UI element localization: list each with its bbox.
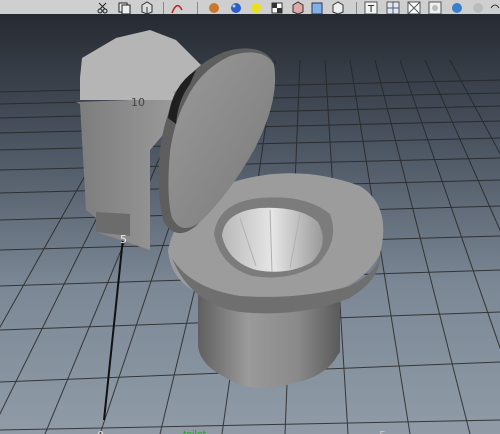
wire-cube-icon[interactable]: [332, 1, 344, 14]
grid-label-origin: 0: [97, 429, 104, 434]
textured-cube-icon[interactable]: [292, 1, 304, 14]
wire-cube-icon[interactable]: [311, 2, 323, 14]
checker-icon[interactable]: [407, 1, 421, 14]
more-icon[interactable]: [490, 4, 500, 9]
svg-text:T: T: [367, 4, 375, 14]
shelf-toolbar: T: [0, 0, 500, 14]
light-bulb-icon[interactable]: [251, 3, 261, 13]
text-tool-icon[interactable]: T: [364, 1, 378, 14]
grid-label-right: 5: [379, 429, 386, 434]
blinn-sphere-icon[interactable]: [231, 3, 241, 13]
curve-icon[interactable]: [171, 4, 183, 14]
globe-icon[interactable]: [452, 3, 462, 13]
perspective-viewport[interactable]: 10 5 0 5 toilet: [0, 14, 500, 434]
checker-cube-icon[interactable]: [271, 2, 283, 14]
layout-grid-icon[interactable]: [386, 1, 400, 14]
viewport-status-text: toilet: [183, 430, 206, 434]
lambert-sphere-icon[interactable]: [209, 3, 219, 13]
cube-icon[interactable]: [141, 1, 153, 14]
render-icon[interactable]: [428, 1, 442, 14]
copy-icon[interactable]: [118, 2, 131, 14]
shader-ball-icon[interactable]: [473, 3, 483, 13]
grid-label-tank-side: 5: [120, 233, 127, 246]
viewport-scene: [0, 14, 500, 434]
toolbar-separator: [356, 2, 357, 14]
toolbar-separator: [163, 2, 164, 14]
scissors-icon[interactable]: [97, 2, 108, 14]
toolbar-icons: T: [97, 1, 500, 14]
grid-label-tank-top: 10: [131, 96, 145, 109]
maya-window: T 10 5: [0, 0, 500, 434]
toolbar-separator: [197, 2, 198, 14]
